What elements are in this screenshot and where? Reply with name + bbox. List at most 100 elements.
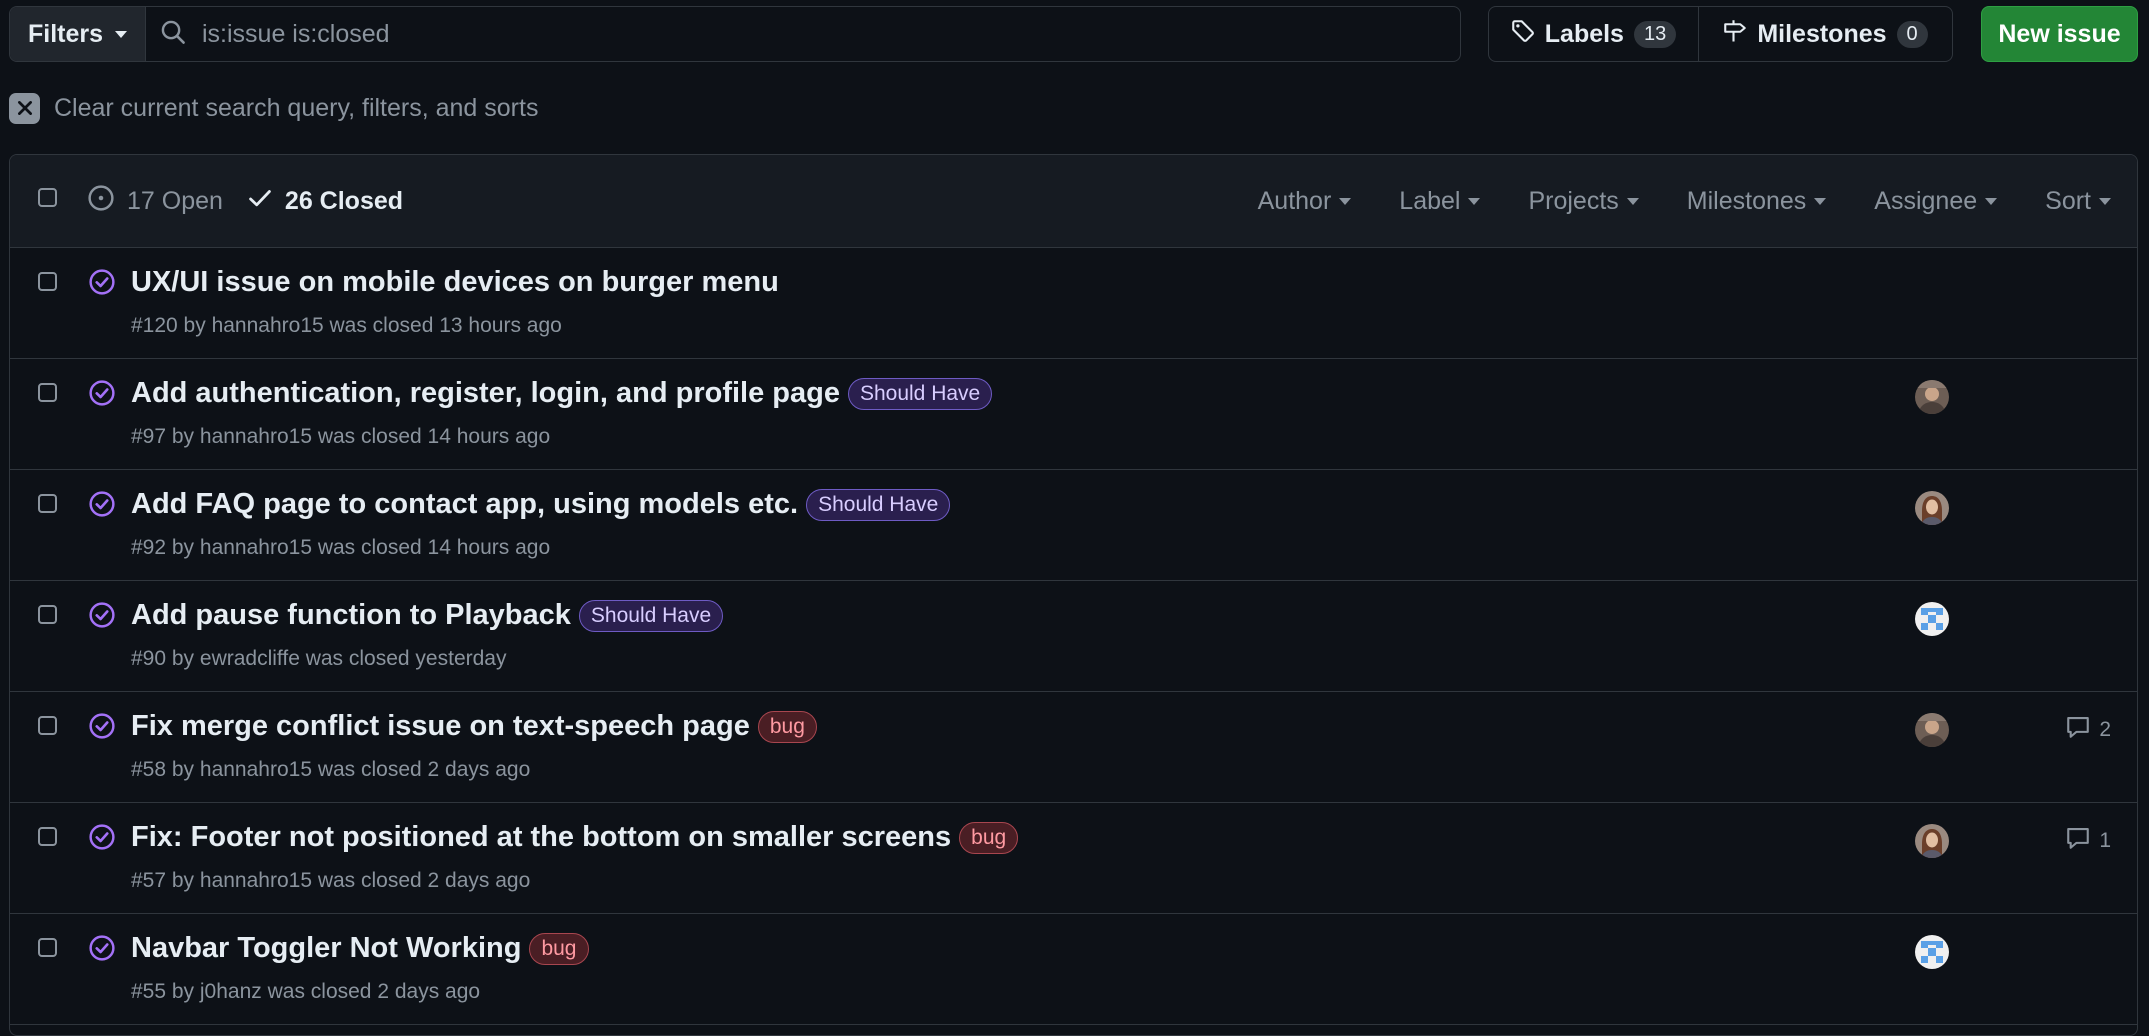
chevron-down-icon <box>1468 197 1481 205</box>
filters-label: Filters <box>27 19 104 48</box>
chevron-down-icon <box>1339 197 1352 205</box>
comment-icon <box>2065 714 2091 746</box>
issue-checkbox[interactable] <box>38 605 57 624</box>
issue-label[interactable]: Should Have <box>578 599 724 632</box>
issue-title-link[interactable]: Add authentication, register, login, and… <box>131 377 840 410</box>
assignee-avatar[interactable] <box>1915 713 1949 747</box>
closed-issues-tab[interactable]: 26 Closed <box>247 185 403 218</box>
issue-closed-icon <box>88 268 116 301</box>
issue-closed-icon <box>88 601 116 634</box>
issue-meta: #57 by hannahro15 was closed 2 days ago <box>131 869 531 892</box>
issue-title-link[interactable]: Add FAQ page to contact app, using model… <box>131 488 798 521</box>
issue-title-line: Navbar Toggler Not Working bug <box>131 932 589 965</box>
assignee-avatar[interactable] <box>1915 935 1949 969</box>
comments-link[interactable]: 2 <box>2065 714 2111 746</box>
issue-meta: #97 by hannahro15 was closed 14 hours ag… <box>131 425 551 448</box>
closed-issues-label: 26 Closed <box>284 186 404 215</box>
chevron-down-icon <box>2099 197 2111 205</box>
author-filter[interactable]: Author <box>1258 187 1352 216</box>
issue-open-icon <box>87 184 115 219</box>
assignee-avatar[interactable] <box>1915 491 1949 525</box>
issue-meta: #92 by hannahro15 was closed 14 hours ag… <box>131 536 551 559</box>
assignee-filter[interactable]: Assignee <box>1874 186 1998 216</box>
issue-title-line: Add pause function to Playback Should Hav… <box>131 599 724 632</box>
search-wrapper <box>146 7 1460 61</box>
issue-label[interactable]: bug <box>757 710 817 743</box>
chevron-down-icon <box>1626 197 1639 205</box>
issue-closed-icon <box>88 712 116 745</box>
projects-filter-label: Projects <box>1528 186 1619 215</box>
select-all-checkbox[interactable] <box>38 188 57 207</box>
issues-toolbar: Filters Labels 13 Milestones 0 New issue <box>0 0 2149 70</box>
issue-closed-icon <box>88 379 116 412</box>
issue-title-link[interactable]: Add pause function to Playback <box>131 599 571 632</box>
issue-row: Fix merge conflict issue on text-speech … <box>10 692 2137 803</box>
issue-title-line: Fix merge conflict issue on text-speech … <box>131 710 817 743</box>
issues-list: 17 Open 26 Closed Author Label Projects … <box>9 154 2138 1036</box>
issue-title-link[interactable]: Fix merge conflict issue on text-speech … <box>131 710 750 743</box>
assignee-avatar[interactable] <box>1915 824 1949 858</box>
issue-checkbox[interactable] <box>38 827 57 846</box>
issue-checkbox[interactable] <box>38 494 57 513</box>
labels-milestones-group: Labels 13 Milestones 0 <box>1488 6 1953 62</box>
issue-label[interactable]: bug <box>529 932 589 965</box>
issue-title-line: Add FAQ page to contact app, using model… <box>131 488 951 521</box>
issue-row: Fix: Footer not positioned at the bottom… <box>10 803 2137 914</box>
issue-title-link[interactable]: UX/UI issue on mobile devices on burger … <box>131 266 779 299</box>
issue-label[interactable]: bug <box>959 821 1019 854</box>
milestones-filter[interactable]: Milestones <box>1687 187 1827 216</box>
issue-row: Add authentication, register, login, and… <box>10 359 2137 470</box>
tag-icon <box>1511 19 1535 50</box>
issue-closed-icon <box>88 490 116 523</box>
clear-filters-link[interactable]: Clear current search query, filters, and… <box>9 92 538 124</box>
milestone-icon <box>1723 19 1747 50</box>
state-tabs: 17 Open 26 Closed <box>87 155 403 247</box>
assignee-avatar[interactable] <box>1915 602 1949 636</box>
issue-checkbox[interactable] <box>38 938 57 957</box>
sort-menu-label: Sort <box>2045 186 2091 215</box>
issue-title-link[interactable]: Navbar Toggler Not Working <box>131 932 521 965</box>
open-issues-label: 17 Open <box>127 186 223 215</box>
labels-button[interactable]: Labels 13 <box>1489 7 1699 61</box>
milestones-filter-label: Milestones <box>1686 186 1807 215</box>
issue-title-line: UX/UI issue on mobile devices on burger … <box>131 266 779 299</box>
issue-row: UX/UI issue on mobile devices on burger … <box>10 248 2137 359</box>
open-issues-tab[interactable]: 17 Open <box>87 184 223 219</box>
issue-title-line: Fix: Footer not positioned at the bottom… <box>131 821 1019 854</box>
issue-title-line: Add authentication, register, login, and… <box>131 377 993 410</box>
sort-menu[interactable]: Sort <box>2045 187 2111 216</box>
issue-checkbox[interactable] <box>38 716 57 735</box>
filters-button[interactable]: Filters <box>10 7 146 61</box>
new-issue-button[interactable]: New issue <box>1981 6 2138 62</box>
label-filter-label: Label <box>1399 186 1461 215</box>
chevron-down-icon <box>1985 197 1998 205</box>
chevron-down-icon <box>1814 197 1827 205</box>
comments-count: 1 <box>2099 829 2111 852</box>
issue-label[interactable]: Should Have <box>847 377 993 410</box>
issue-meta: #90 by ewradcliffe was closed yesterday <box>131 647 507 670</box>
comments-link[interactable]: 1 <box>2065 825 2111 857</box>
comments-count: 2 <box>2099 718 2111 741</box>
search-input[interactable] <box>200 18 1460 50</box>
issue-label[interactable]: Should Have <box>806 488 951 521</box>
milestones-button[interactable]: Milestones 0 <box>1699 7 1952 61</box>
close-icon <box>9 92 40 124</box>
search-icon <box>160 19 186 50</box>
issue-row: Navbar Toggler Not Working bug #55 by j0ha… <box>10 914 2137 1025</box>
issues-list-header: 17 Open 26 Closed Author Label Projects … <box>10 155 2137 248</box>
issue-title-link[interactable]: Fix: Footer not positioned at the bottom… <box>131 821 951 854</box>
comment-icon <box>2065 825 2091 857</box>
projects-filter[interactable]: Projects <box>1528 186 1639 216</box>
issue-checkbox[interactable] <box>38 272 57 291</box>
issue-meta: #55 by j0hanz was closed 2 days ago <box>131 980 481 1003</box>
issue-checkbox[interactable] <box>38 383 57 402</box>
labels-counter: 13 <box>1633 20 1677 48</box>
new-issue-label: New issue <box>1998 19 2121 48</box>
assignee-filter-label: Assignee <box>1874 186 1978 215</box>
assignee-avatar[interactable] <box>1915 380 1949 414</box>
label-filter[interactable]: Label <box>1399 186 1481 216</box>
clear-filters-label: Clear current search query, filters, and… <box>54 93 539 122</box>
milestones-label: Milestones <box>1757 19 1887 48</box>
issue-closed-icon <box>88 823 116 856</box>
labels-label: Labels <box>1544 19 1624 48</box>
